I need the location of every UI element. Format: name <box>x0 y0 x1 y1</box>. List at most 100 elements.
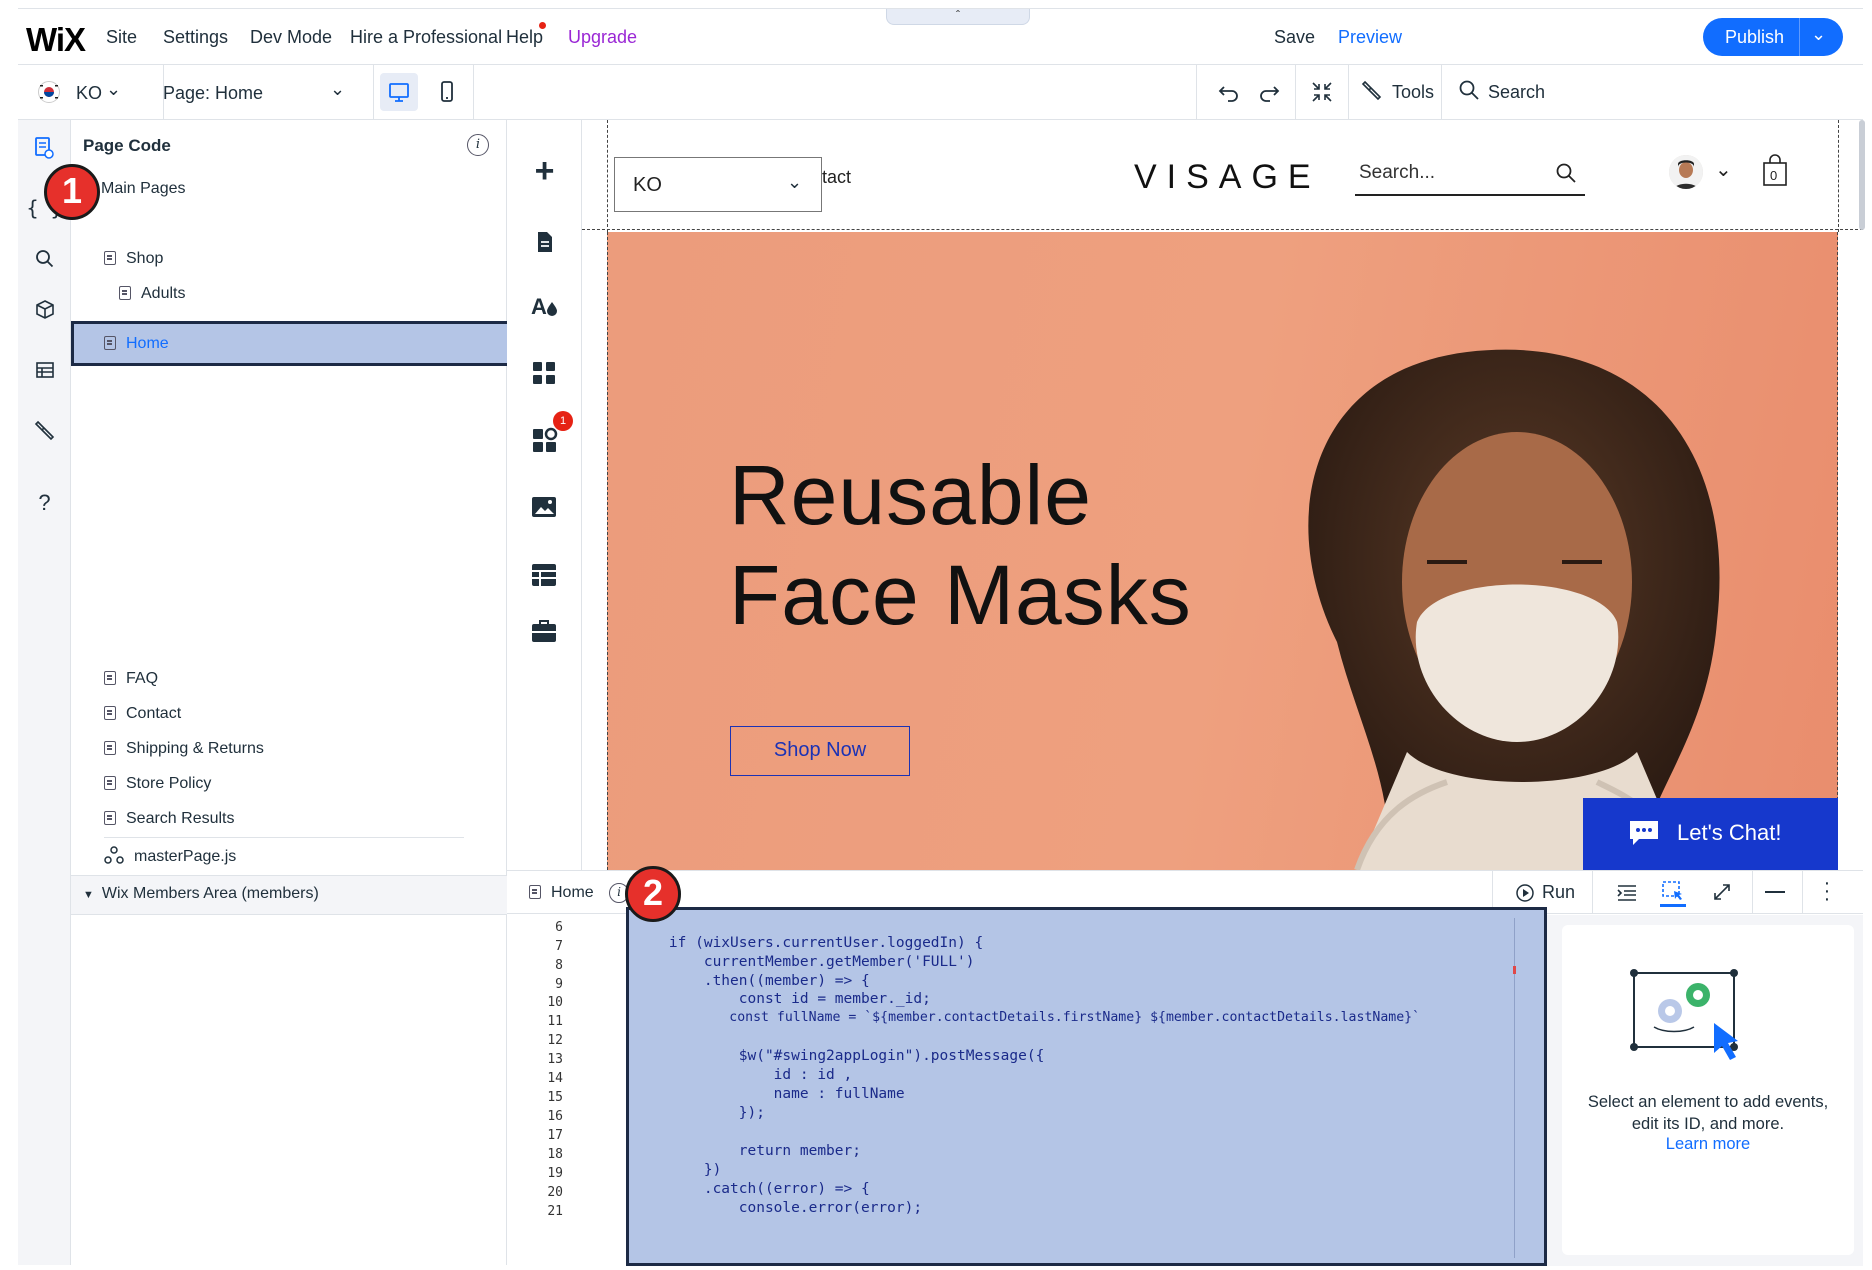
code-tab-home[interactable]: Home <box>529 884 594 902</box>
code-editor-text-area[interactable]: if (wixUsers.currentUser.loggedIn) { cur… <box>626 907 1547 1266</box>
tree-item-search-results[interactable]: Search Results <box>104 810 235 828</box>
tree-item-contact[interactable]: Contact <box>104 705 181 723</box>
chevron-down-icon: ⌄ <box>787 172 803 192</box>
members-area-group[interactable]: ▼ Wix Members Area (members) <box>71 876 507 914</box>
search-button[interactable]: Search <box>1488 82 1545 103</box>
tree-item-shop[interactable]: Shop <box>104 250 163 268</box>
info-icon[interactable]: i <box>467 134 489 156</box>
code-line: const id = member._id; <box>634 991 931 1007</box>
properties-panel-icon[interactable] <box>1660 879 1686 907</box>
menu-dev-mode[interactable]: Dev Mode <box>250 27 332 48</box>
menu-hire-professional[interactable]: Hire a Professional <box>350 27 502 48</box>
language-dropdown[interactable]: KO ⌄ <box>614 157 822 212</box>
select-element-illustration <box>1630 969 1738 1060</box>
site-search-placeholder: Search... <box>1359 162 1436 183</box>
search-icon[interactable] <box>1458 79 1480 101</box>
page-selector[interactable]: Page: Home <box>163 83 263 104</box>
korean-flag-icon <box>38 81 60 103</box>
help-icon[interactable]: ? <box>18 490 71 516</box>
shop-now-button[interactable]: Shop Now <box>730 726 910 776</box>
site-search-input[interactable]: Search... <box>1355 152 1585 196</box>
tools-button[interactable]: Tools <box>1392 82 1434 103</box>
menu-settings[interactable]: Settings <box>163 27 228 48</box>
tree-item-store-policy[interactable]: Store Policy <box>104 775 211 793</box>
page-file-icon <box>104 251 116 265</box>
tree-item-home[interactable]: Home <box>71 321 528 366</box>
menu-upgrade[interactable]: Upgrade <box>568 27 637 48</box>
chat-button[interactable]: Let's Chat! <box>1583 798 1838 870</box>
divider <box>1348 65 1349 120</box>
code-line: return member; <box>634 1143 861 1159</box>
pages-menu-icon[interactable] <box>530 228 558 256</box>
cart-icon[interactable]: 0 <box>1762 153 1788 187</box>
profile-chevron-down-icon[interactable]: ⌄ <box>1715 157 1732 182</box>
code-line: .then((member) => { <box>634 973 870 989</box>
menu-help[interactable]: Help <box>506 27 543 48</box>
learn-more-link[interactable]: Learn more <box>1562 1135 1854 1154</box>
tree-item-shipping-returns[interactable]: Shipping & Returns <box>104 740 264 758</box>
publish-button[interactable]: Publish ⌄ <box>1703 18 1843 56</box>
code-line: if (wixUsers.currentUser.loggedIn) { <box>634 935 984 951</box>
master-page-file[interactable]: masterPage.js <box>104 846 236 866</box>
app-market-icon[interactable] <box>531 360 557 386</box>
canvas-scrollbar[interactable] <box>1859 120 1865 230</box>
avatar[interactable] <box>1669 155 1703 189</box>
top-menu-bar: WiX Site Settings Dev Mode Hire a Profes… <box>18 8 1863 65</box>
more-options-icon[interactable]: · · · <box>1822 873 1832 909</box>
master-page-icon <box>104 846 124 864</box>
minimize-icon[interactable] <box>1765 891 1785 893</box>
line-number: 6 <box>555 920 563 935</box>
hero-section[interactable]: Reusable Face Masks Shop Now <box>607 232 1838 870</box>
media-icon[interactable] <box>530 495 558 519</box>
site-header[interactable]: tact KO ⌄ VISAGE Search... ⌄ 0 <box>582 120 1863 230</box>
redo-icon[interactable] <box>1256 79 1282 105</box>
databases-icon[interactable] <box>33 358 57 382</box>
collapse-top-bar-handle[interactable]: ˆ <box>886 9 1030 25</box>
divider <box>1802 871 1803 914</box>
divider <box>1196 65 1197 120</box>
save-button[interactable]: Save <box>1274 27 1315 48</box>
language-selector[interactable]: KO <box>76 83 102 104</box>
search-icon <box>1556 163 1576 183</box>
tree-item-label: Adults <box>141 285 186 302</box>
divider <box>1295 65 1296 120</box>
zoom-out-icon[interactable] <box>1309 79 1335 105</box>
page-file-icon <box>529 885 541 899</box>
divider <box>104 837 464 838</box>
code-tab-label: Home <box>551 884 594 901</box>
portfolio-icon[interactable] <box>530 617 558 645</box>
page-code-icon[interactable] <box>26 130 62 166</box>
divider <box>1592 871 1593 914</box>
format-code-icon[interactable] <box>1615 881 1639 905</box>
tree-item-faq[interactable]: FAQ <box>104 670 158 688</box>
code-search-icon[interactable] <box>34 248 56 270</box>
my-business-icon[interactable] <box>531 427 559 455</box>
language-chevron-down-icon[interactable]: ⌄ <box>106 79 121 100</box>
nav-link-contact[interactable]: tact <box>822 167 851 188</box>
publish-options-chevron-icon[interactable]: ⌄ <box>1811 24 1826 45</box>
line-number: 17 <box>547 1128 563 1143</box>
run-button[interactable]: Run <box>1542 882 1575 903</box>
tree-item-adults[interactable]: Adults <box>119 285 185 303</box>
wix-logo[interactable]: WiX <box>26 21 86 59</box>
preview-button[interactable]: Preview <box>1338 27 1402 48</box>
expand-icon[interactable] <box>1711 881 1733 903</box>
desktop-view-icon[interactable] <box>380 73 418 111</box>
undo-icon[interactable] <box>1216 79 1242 105</box>
packages-icon[interactable] <box>33 298 57 322</box>
developer-tools-icon[interactable] <box>33 418 57 442</box>
design-theme-icon[interactable]: A <box>530 292 560 320</box>
menu-site[interactable]: Site <box>106 27 137 48</box>
tree-item-label: Store Policy <box>126 775 212 792</box>
run-icon[interactable] <box>1514 882 1536 904</box>
site-logo[interactable]: VISAGE <box>1134 158 1321 197</box>
cms-icon[interactable] <box>530 562 558 588</box>
tools-icon[interactable] <box>1360 78 1384 102</box>
language-dropdown-value: KO <box>633 174 662 196</box>
svg-text:A: A <box>531 294 547 319</box>
main-pages-group[interactable]: Main Pages <box>101 180 186 198</box>
page-chevron-down-icon[interactable]: ⌄ <box>330 79 345 100</box>
add-elements-plus-icon[interactable]: + <box>507 152 582 191</box>
code-line: id : id , <box>634 1067 853 1083</box>
mobile-view-icon[interactable] <box>428 73 466 111</box>
